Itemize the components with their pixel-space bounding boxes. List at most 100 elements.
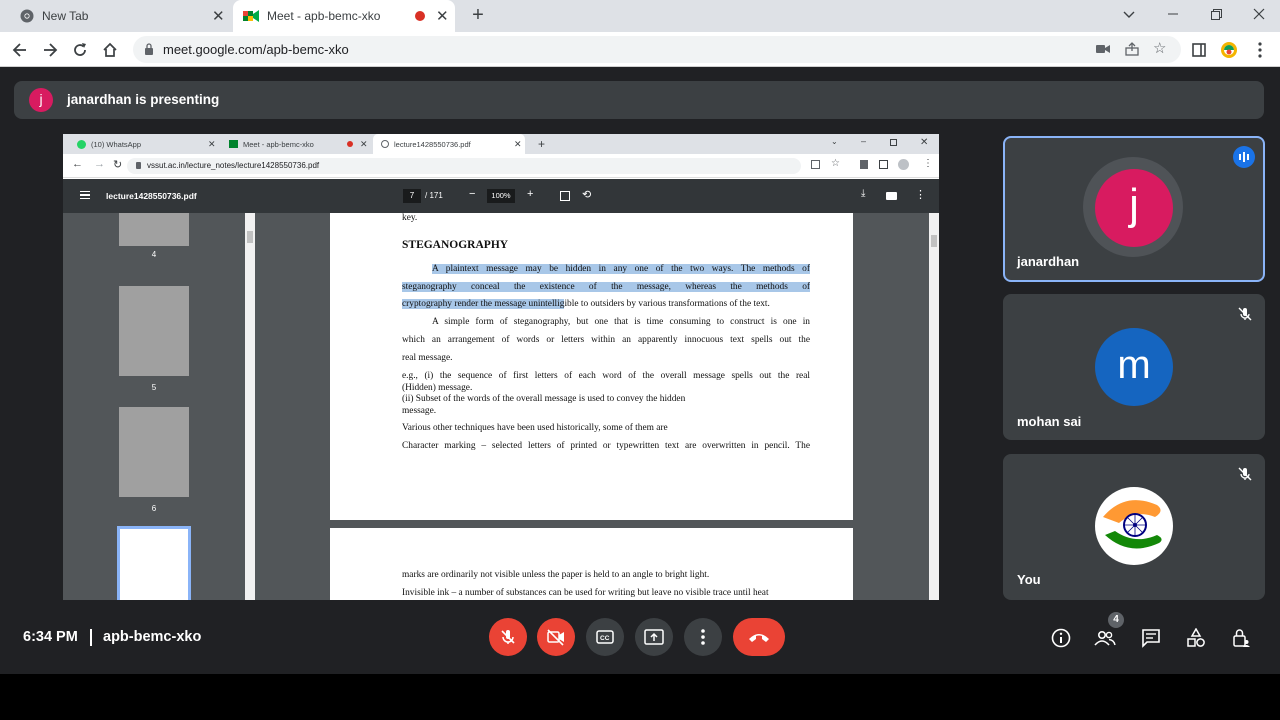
close-tab-icon: ✕	[514, 138, 522, 149]
minimize-window-button[interactable]	[1166, 7, 1180, 21]
rotate-icon: ⟲	[582, 189, 592, 201]
para2-line3: real message.	[402, 353, 453, 363]
participant-name: You	[1017, 572, 1041, 587]
pdf-page-7: key. STEGANOGRAPHY A plaintext message m…	[330, 213, 853, 520]
section-heading: STEGANOGRAPHY	[402, 239, 509, 251]
para1-line3-highlighted: cryptography render the message unintell…	[402, 299, 565, 309]
info-icon	[1051, 628, 1071, 648]
side-panel-icon[interactable]	[1189, 40, 1209, 60]
meet-logo-icon	[229, 140, 238, 148]
share-icon[interactable]	[1125, 42, 1139, 56]
shared-tab-title: Meet - apb-bemc-xko	[243, 139, 314, 149]
more-options-button[interactable]	[684, 618, 722, 656]
bookmark-star-icon: ☆	[831, 158, 840, 169]
profile-icon	[898, 159, 909, 170]
pdf-filename: lecture1428550736.pdf	[106, 191, 197, 201]
participant-avatar: m	[1095, 328, 1173, 406]
reload-button[interactable]	[70, 40, 90, 60]
profile-avatar[interactable]	[1219, 40, 1239, 60]
shared-browser-tabstrip: (10) WhatsApp ✕ Meet - apb-bemc-xko ✕ le…	[63, 134, 939, 154]
meet-stage: j janardhan is presenting (10) WhatsApp …	[0, 67, 1280, 674]
close-tab-icon[interactable]: ✕	[212, 7, 225, 25]
hang-up-icon	[749, 634, 769, 642]
leave-call-button[interactable]	[733, 618, 785, 656]
para2-line1: A simple form of steganography, but one …	[432, 317, 810, 327]
chat-icon	[1142, 629, 1160, 648]
pdf-page-8: marks are ordinarily not visible unless …	[330, 528, 853, 600]
lock-person-icon	[1233, 629, 1250, 647]
recording-dot-icon	[347, 141, 353, 147]
meeting-time: 6:34 PM	[23, 629, 78, 645]
pdf-toolbar: lecture1428550736.pdf 7 / 171 − 100% + ⟲…	[63, 179, 939, 213]
shared-browser-toolbar: ← → ↻ vssut.ac.in/lecture_notes/lecture1…	[63, 154, 939, 178]
more-vert-icon	[701, 629, 705, 645]
back-button[interactable]	[10, 40, 30, 60]
divider	[90, 629, 92, 646]
para1-line2: steganography conceal the existence of t…	[402, 282, 810, 292]
home-button[interactable]	[100, 40, 120, 60]
para2-line2: which an arrangement of words or letters…	[402, 335, 810, 345]
page-total: / 171	[425, 191, 443, 200]
sidebar-scrollbar-track	[245, 213, 255, 600]
pdf-thumbnail-sidebar: 4 5 6 7	[63, 213, 245, 600]
browser-menu-icon[interactable]	[1250, 40, 1270, 60]
participant-name: janardhan	[1017, 254, 1080, 269]
people-icon	[1094, 630, 1116, 646]
host-controls-button[interactable]	[1230, 627, 1252, 649]
activities-button[interactable]	[1185, 627, 1207, 649]
para1-line3-rest: ible to outsiders by various transformat…	[564, 299, 770, 309]
whatsapp-icon	[77, 139, 86, 149]
people-button[interactable]	[1094, 627, 1116, 649]
captions-button[interactable]: CC	[586, 618, 624, 656]
tab-new-tab[interactable]: New Tab ✕	[8, 0, 230, 32]
shared-address-bar: vssut.ac.in/lecture_notes/lecture1428550…	[127, 158, 801, 174]
next-page-line2: Invisible ink – a number of substances c…	[402, 588, 769, 598]
new-tab-icon: +	[538, 137, 546, 151]
address-bar[interactable]: meet.google.com/apb-bemc-xko ☆	[133, 36, 1181, 63]
lock-icon	[136, 162, 141, 169]
page-top-word: key.	[402, 213, 418, 223]
shared-tab-meet: Meet - apb-bemc-xko ✕	[221, 134, 371, 154]
download-icon: ⤓	[861, 188, 866, 199]
participant-tile-mohan-sai[interactable]: m mohan sai	[1003, 294, 1265, 440]
forward-icon: →	[94, 158, 105, 170]
eg-line4: message.	[402, 406, 437, 416]
presenting-text: janardhan is presenting	[67, 92, 220, 107]
restore-window-button[interactable]	[1209, 7, 1223, 21]
zoom-level: 100%	[487, 189, 515, 203]
share-icon	[811, 160, 820, 169]
mic-toggle-button[interactable]	[489, 618, 527, 656]
participant-tile-you[interactable]: You	[1003, 454, 1265, 600]
back-icon: ←	[72, 158, 83, 170]
mic-muted-icon	[1237, 466, 1253, 482]
meeting-code: apb-bemc-xko	[103, 629, 202, 645]
para1-line1-box: A plaintext message may be hidden in any…	[432, 264, 810, 274]
forward-button[interactable]	[40, 40, 60, 60]
camera-in-use-icon[interactable]	[1096, 44, 1110, 54]
self-avatar-india-flag-logo	[1095, 487, 1173, 565]
present-screen-button[interactable]	[635, 618, 673, 656]
chat-button[interactable]	[1140, 627, 1162, 649]
close-window-button[interactable]	[1252, 7, 1266, 21]
thumbnail-label: 6	[151, 504, 157, 513]
meeting-details-button[interactable]	[1050, 627, 1072, 649]
activities-shapes-icon	[1187, 628, 1205, 647]
print-icon	[886, 192, 897, 200]
hamburger-icon	[80, 191, 90, 199]
presenting-banner: j janardhan is presenting	[14, 81, 1264, 119]
tab-meet[interactable]: Meet - apb-bemc-xko ✕	[233, 0, 455, 32]
various-line: Various other techniques have been used …	[402, 423, 668, 433]
shared-tab-pdf: lecture1428550736.pdf ✕	[373, 134, 525, 154]
camera-toggle-button[interactable]	[537, 618, 575, 656]
tab-search-icon[interactable]	[1122, 7, 1136, 21]
minimize-icon: –	[861, 136, 867, 146]
pdf-scrollbar	[929, 213, 939, 600]
participant-tile-janardhan[interactable]: j janardhan	[1003, 136, 1265, 282]
bookmark-star-icon[interactable]: ☆	[1153, 41, 1166, 56]
browser-tabstrip: New Tab ✕ Meet - apb-bemc-xko ✕ +	[0, 0, 1280, 32]
new-tab-button[interactable]: +	[467, 5, 489, 27]
close-tab-icon[interactable]: ✕	[436, 7, 449, 25]
tab-title: Meet - apb-bemc-xko	[267, 9, 381, 23]
eg-line2: (Hidden) message.	[402, 383, 473, 393]
eg-line1: e.g., (i) the sequence of first letters …	[402, 371, 810, 381]
